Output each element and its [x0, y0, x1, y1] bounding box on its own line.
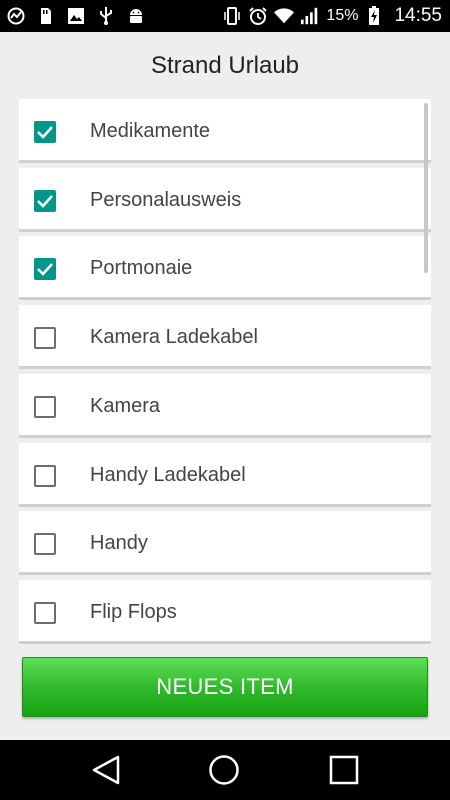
- checkbox-unchecked[interactable]: [34, 533, 56, 556]
- list-item[interactable]: Kamera Ladekabel: [19, 305, 431, 370]
- checkmark-icon: [37, 263, 53, 277]
- list-item-label: Handy: [90, 532, 148, 555]
- checkbox-checked[interactable]: [34, 189, 56, 212]
- list-item[interactable]: Personalausweis: [19, 167, 431, 232]
- sd-card-icon: [36, 6, 56, 26]
- new-item-button[interactable]: NEUES ITEM: [22, 657, 428, 717]
- status-bar: 15% 14:55: [0, 0, 450, 32]
- list-item[interactable]: Handy Ladekabel: [19, 442, 431, 507]
- alarm-icon: [248, 6, 268, 26]
- scrollbar[interactable]: [424, 103, 428, 273]
- list-item-label: Flip Flops: [90, 600, 177, 623]
- battery-percent: 15%: [326, 7, 359, 24]
- page-title: Strand Urlaub: [150, 52, 300, 79]
- checkbox-unchecked[interactable]: [34, 327, 56, 350]
- checkbox-unchecked[interactable]: [34, 464, 56, 487]
- navigation-bar: [0, 740, 450, 800]
- checkbox-checked[interactable]: [34, 258, 56, 281]
- recents-square-icon[interactable]: [328, 754, 360, 786]
- checklist[interactable]: Medikamente Personalausweis Portmonaie Kame…: [19, 99, 431, 647]
- checkbox-checked[interactable]: [34, 121, 56, 143]
- list-item-label: Kamera: [90, 394, 161, 417]
- android-icon: [126, 6, 146, 26]
- checkmark-icon: [37, 194, 53, 208]
- usb-icon: [96, 6, 116, 26]
- home-circle-icon[interactable]: [208, 754, 240, 786]
- list-item[interactable]: Portmonaie: [19, 236, 431, 301]
- list-item-label: Personalausweis: [90, 188, 242, 211]
- wifi-icon: [274, 6, 295, 26]
- image-icon: [66, 6, 86, 26]
- list-item[interactable]: Kamera: [19, 373, 431, 438]
- list-item-label: Handy Ladekabel: [90, 463, 246, 486]
- checkbox-unchecked[interactable]: [34, 395, 56, 418]
- list-item[interactable]: Medikamente: [19, 99, 431, 163]
- list-item-label: Medikamente: [90, 120, 211, 142]
- list-item-label: Kamera Ladekabel: [90, 326, 258, 349]
- signal-icon: [300, 6, 320, 26]
- checkmark-icon: [37, 126, 53, 139]
- list-item-label: Portmonaie: [90, 257, 193, 280]
- vibrate-icon: [222, 6, 242, 26]
- list-item[interactable]: Handy: [19, 511, 431, 576]
- back-triangle-icon[interactable]: [90, 754, 122, 786]
- list-item[interactable]: Flip Flops: [19, 579, 431, 644]
- sync-icon: [6, 6, 26, 26]
- battery-charging-icon: [364, 6, 384, 26]
- checkbox-unchecked[interactable]: [34, 601, 56, 624]
- clock-time: 14:55: [394, 5, 442, 26]
